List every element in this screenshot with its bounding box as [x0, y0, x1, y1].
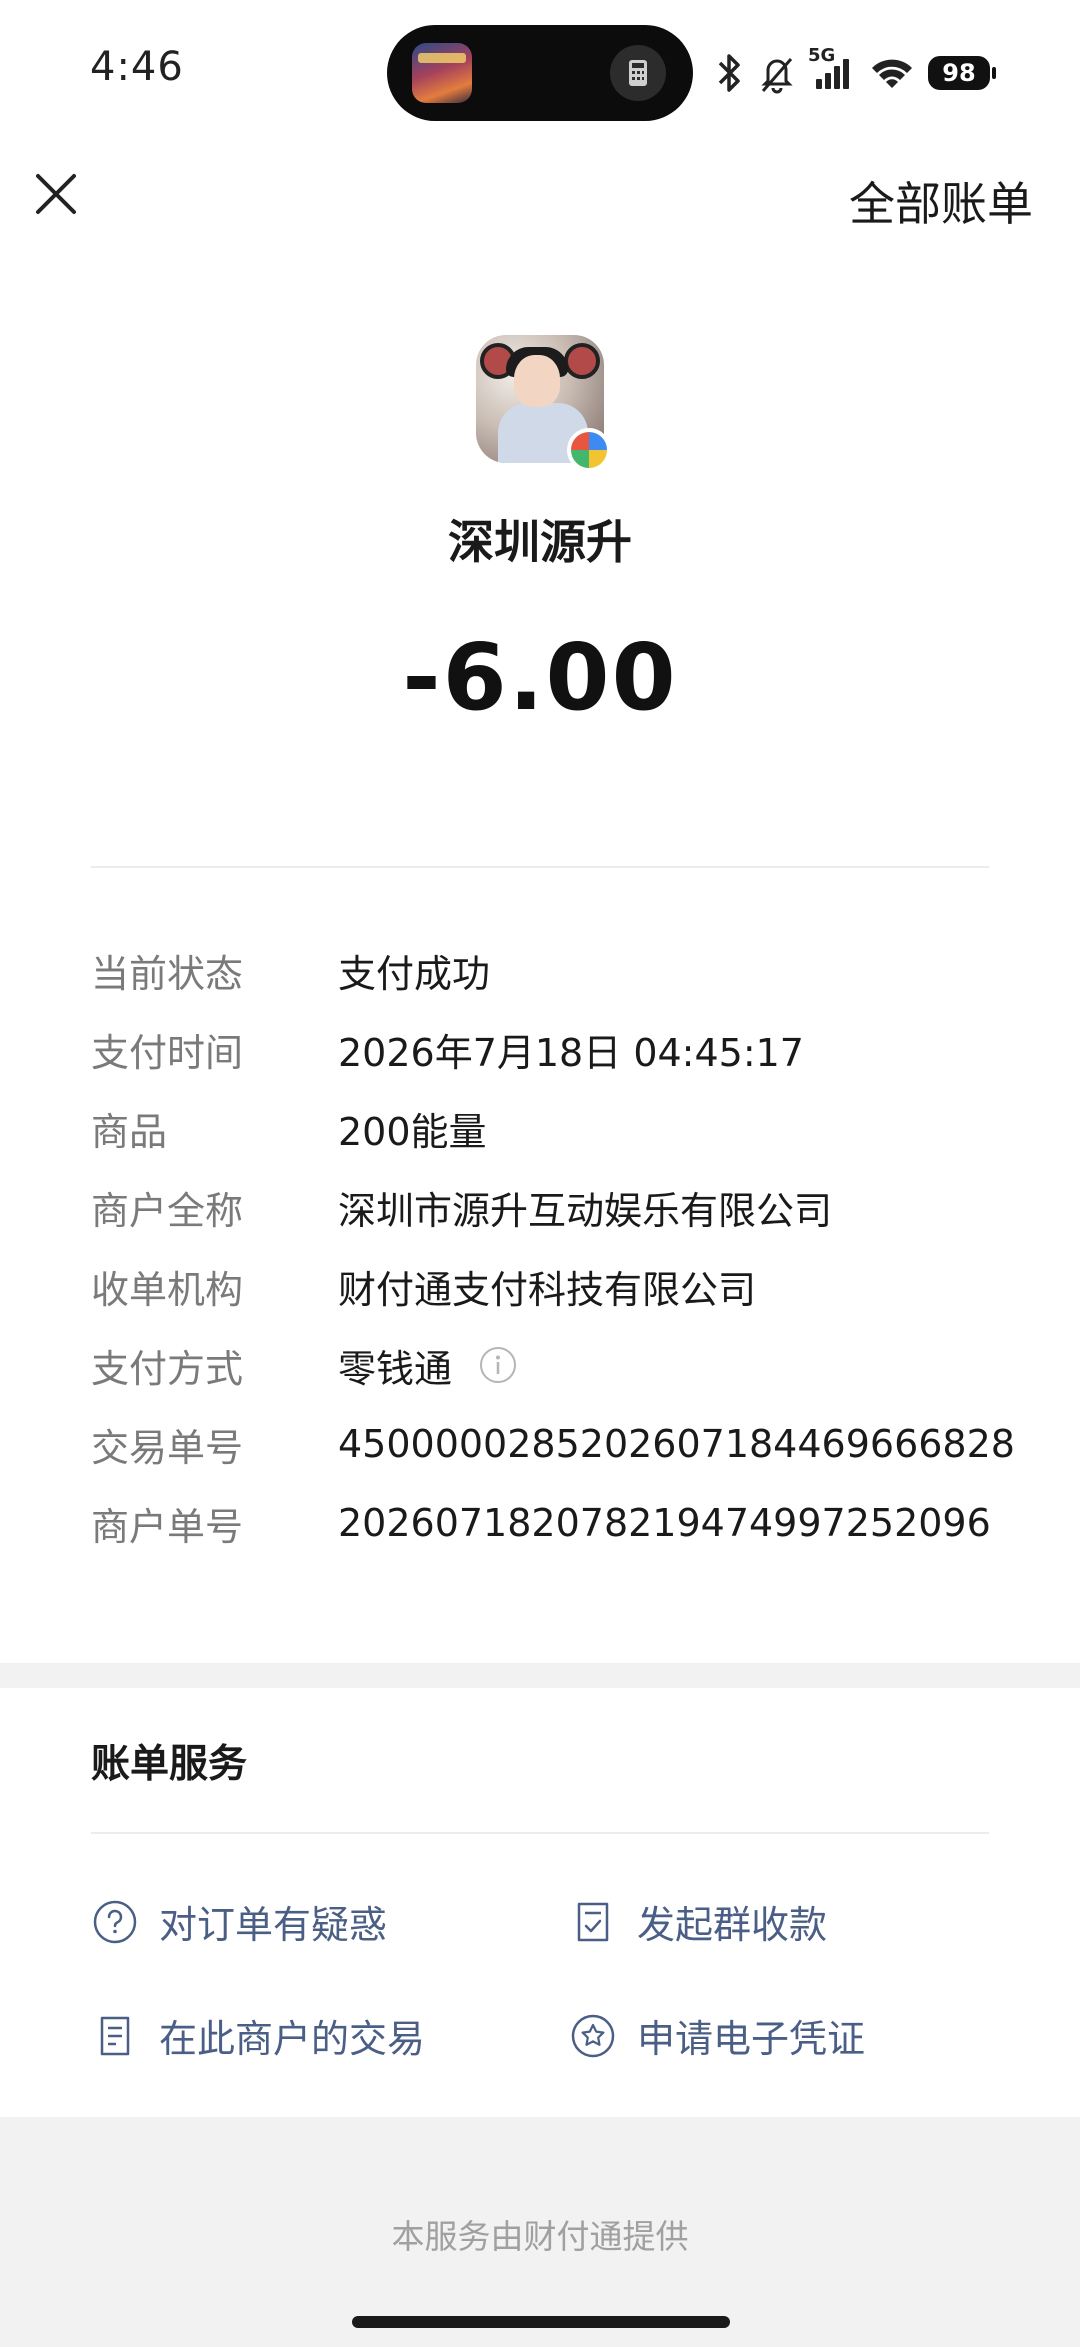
detail-label: 商户单号 — [91, 1504, 244, 1549]
document-icon — [100, 2016, 130, 2055]
detail-label: 收单机构 — [91, 1267, 244, 1312]
status-icons: 5G 98 — [712, 45, 996, 100]
all-bills-link[interactable]: 全部账单 — [849, 168, 1033, 234]
status-time: 4:46 — [90, 44, 184, 90]
divider — [91, 866, 989, 868]
detail-row-merchant-full-name: 商户全称 深圳市源升互动娱乐有限公司 — [91, 1177, 832, 1237]
detail-value: 4500000285202607184469666828 — [338, 1422, 1015, 1466]
question-circle-icon — [93, 1900, 137, 1943]
bluetooth-icon — [718, 54, 740, 92]
services-title: 账单服务 — [91, 1742, 248, 1787]
detail-value: 财付通支付科技有限公司 — [338, 1267, 757, 1312]
service-e-receipt[interactable]: 申请电子凭证 — [569, 2008, 865, 2063]
verified-badge-icon — [567, 428, 611, 472]
detail-value: 200能量 — [338, 1109, 487, 1154]
detail-label: 商品 — [91, 1109, 168, 1154]
service-group-collect[interactable]: 发起群收款 — [569, 1894, 827, 1949]
detail-row-status: 当前状态 支付成功 — [91, 940, 490, 1000]
wifi-icon — [872, 59, 912, 88]
detail-label: 支付时间 — [91, 1030, 244, 1075]
detail-value: 2026年7月18日 04:45:17 — [338, 1030, 804, 1075]
info-icon[interactable] — [478, 1345, 518, 1385]
close-icon — [36, 174, 76, 214]
detail-value: 支付成功 — [338, 951, 491, 996]
star-badge-icon — [571, 2014, 615, 2057]
service-label: 申请电子凭证 — [637, 2017, 866, 2061]
silent-bell-icon — [761, 58, 793, 94]
service-label: 在此商户的交易 — [159, 2017, 426, 2061]
detail-value: 深圳市源升互动娱乐有限公司 — [338, 1188, 833, 1233]
dynamic-island[interactable] — [387, 25, 693, 121]
calculator-icon — [610, 45, 666, 101]
divider — [91, 1832, 989, 1834]
bill-detail-page: 4:46 5G 98 全部账单 深圳源升 -6.00 当前状态 支付成功 支付时… — [0, 0, 1080, 2347]
detail-value: 零钱通 — [338, 1338, 518, 1393]
checklist-icon — [577, 1902, 609, 1941]
detail-row-payment-method: 支付方式 零钱通 — [91, 1335, 518, 1395]
detail-row-time: 支付时间 2026年7月18日 04:45:17 — [91, 1019, 804, 1079]
detail-row-product: 商品 200能量 — [91, 1098, 487, 1158]
service-label: 对订单有疑惑 — [159, 1903, 388, 1947]
battery-level: 98 — [942, 59, 976, 87]
payment-method-value: 零钱通 — [338, 1346, 453, 1391]
footer-provider-text: 本服务由财付通提供 — [391, 2217, 689, 2256]
detail-row-merchant-order-id: 商户单号 202607182078219474997252096 — [91, 1493, 991, 1553]
detail-row-acquirer: 收单机构 财付通支付科技有限公司 — [91, 1256, 756, 1316]
detail-value: 202607182078219474997252096 — [338, 1501, 991, 1545]
battery-icon: 98 — [928, 56, 996, 90]
close-button[interactable] — [28, 166, 84, 222]
detail-label: 交易单号 — [91, 1425, 244, 1470]
service-label: 发起群收款 — [637, 1903, 828, 1947]
detail-label: 支付方式 — [91, 1346, 244, 1391]
section-separator — [0, 1663, 1080, 1688]
merchant-name: 深圳源升 — [448, 515, 632, 569]
detail-row-transaction-id: 交易单号 4500000285202607184469666828 — [91, 1414, 1015, 1474]
home-indicator[interactable] — [352, 2316, 730, 2328]
service-order-question[interactable]: 对订单有疑惑 — [91, 1894, 387, 1949]
status-bar: 4:46 5G 98 — [0, 0, 1080, 140]
signal-icon: 5G — [808, 45, 856, 95]
service-merchant-transactions[interactable]: 在此商户的交易 — [91, 2008, 425, 2063]
detail-label: 商户全称 — [91, 1188, 244, 1233]
detail-label: 当前状态 — [91, 951, 244, 996]
payment-amount: -6.00 — [402, 624, 678, 731]
now-playing-thumbnail — [412, 43, 472, 103]
